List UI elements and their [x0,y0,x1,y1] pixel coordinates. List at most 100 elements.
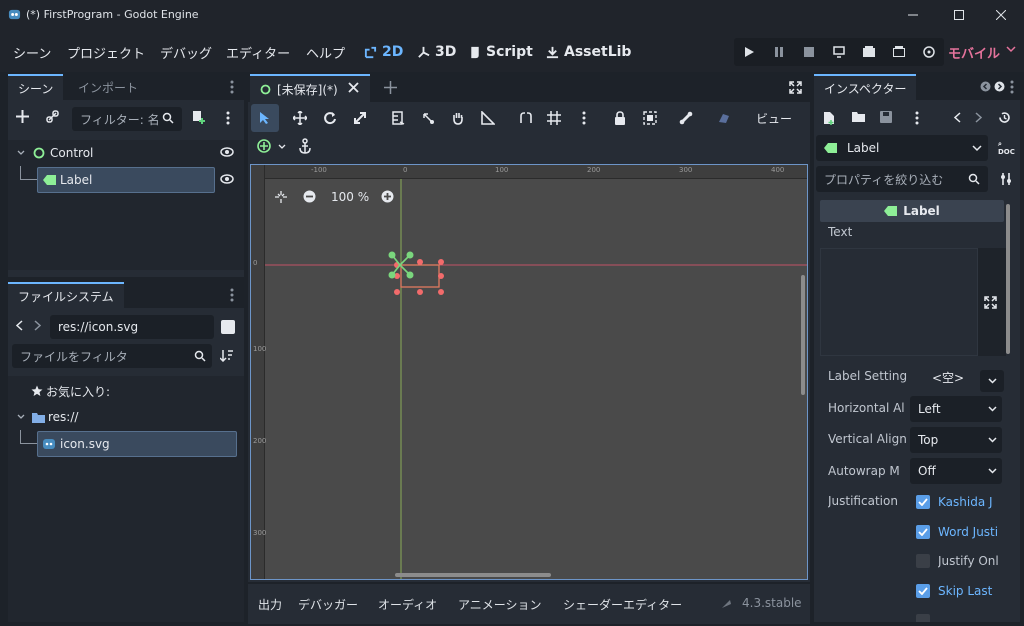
tab-audio[interactable]: オーディオ [378,596,437,613]
checkbox-unchecked-icon[interactable] [916,554,930,568]
close-window-icon[interactable] [978,0,1024,30]
ruler-mode-icon[interactable] [384,104,412,132]
bone-icon[interactable] [672,104,700,132]
workspace-2d[interactable]: 2D [364,39,403,65]
checkbox-unchecked-icon[interactable] [916,614,930,622]
play-custom-scene-icon[interactable] [884,38,914,66]
view-menu-button[interactable]: ビュー [748,104,800,132]
rotate-mode-icon[interactable] [316,104,344,132]
tab-animation[interactable]: アニメーション [458,596,542,613]
inspector-scrollbar[interactable] [1006,200,1012,620]
split-view-icon[interactable] [221,320,235,334]
renderer-selector[interactable]: モバイル [948,43,1000,62]
justification-kashida[interactable]: Kashida J [916,495,994,509]
smart-snap-icon[interactable] [512,104,540,132]
expand-arrow-icon[interactable] [14,414,28,420]
history-icon[interactable] [998,111,1011,124]
chevron-down-icon[interactable] [1006,45,1016,53]
scale-mode-icon[interactable] [346,104,374,132]
chevron-down-icon[interactable] [988,437,997,443]
move-mode-icon[interactable] [286,104,314,132]
tab-shader-editor[interactable]: シェーダーエディター [563,596,682,613]
chevron-down-icon[interactable] [278,144,286,150]
history-forward-icon[interactable] [975,112,982,123]
lock-icon[interactable] [606,104,634,132]
instance-scene-icon[interactable] [192,110,206,124]
favorites-row[interactable]: お気に入り: [28,378,110,404]
checkbox-checked-icon[interactable] [916,584,930,598]
horizontal-scrollbar[interactable] [395,573,551,577]
resource-options-icon[interactable] [915,111,919,125]
select-mode-icon[interactable] [251,104,279,132]
file-filter-input[interactable]: ファイルをフィルタ [12,344,212,368]
dock-menu-icon[interactable] [230,288,234,302]
checkbox-checked-icon[interactable] [916,525,930,539]
open-folder-icon[interactable] [852,111,866,123]
menu-project[interactable]: プロジェクト [67,43,145,62]
tab-debugger[interactable]: デバッガー [298,596,358,613]
file-row-icon-svg[interactable]: icon.svg [37,431,237,457]
workspace-script[interactable]: Script [469,39,533,65]
stop-icon[interactable] [794,38,824,66]
expand-editor-icon[interactable] [984,296,997,309]
workspace-3d[interactable]: 3D [417,39,456,65]
visibility-icon[interactable] [220,173,234,185]
zoom-in-icon[interactable] [381,190,394,203]
property-filter-input[interactable]: プロパティを絞り込む [816,166,988,192]
workspace-assetlib[interactable]: AssetLib [546,39,631,65]
back-icon[interactable] [16,320,23,331]
dock-menu-icon[interactable] [230,80,234,94]
pause-icon[interactable] [764,38,794,66]
justification-word[interactable]: Word Justi [916,525,1000,539]
grid-snap-icon[interactable] [540,104,568,132]
group-icon[interactable] [636,104,664,132]
movie-maker-icon[interactable] [914,38,944,66]
vertical-scrollbar[interactable] [801,275,805,395]
property-tools-icon[interactable] [1000,172,1013,186]
anchor-icon[interactable] [298,138,312,154]
tab-inspector[interactable]: インスペクター [814,74,917,100]
menu-debug[interactable]: デバッグ [160,43,212,62]
remote-debug-icon[interactable] [824,38,854,66]
chevron-down-icon[interactable] [988,468,997,474]
scene-options-icon[interactable] [226,111,230,125]
dock-right-icon[interactable] [994,81,1005,92]
play-scene-icon[interactable] [854,38,884,66]
new-resource-icon[interactable] [823,111,835,125]
dock-left-icon[interactable] [980,81,991,92]
measure-icon[interactable] [474,104,502,132]
distraction-free-icon[interactable] [789,81,802,94]
label-settings-value[interactable]: <空> [932,369,964,386]
menu-scene[interactable]: シーン [13,43,51,62]
node-selector[interactable]: Label [816,135,988,161]
justification-skip-last[interactable]: Skip Last [916,584,1000,598]
justification-only-within[interactable]: Justify Onl [916,554,1000,568]
forward-icon[interactable] [34,320,41,331]
anchor-handles[interactable] [386,249,418,283]
anchor-layout-icon[interactable] [256,138,272,154]
dock-menu-icon[interactable] [1010,80,1014,94]
play-icon[interactable] [734,38,764,66]
tab-import[interactable]: インポート [68,74,148,100]
save-icon[interactable] [880,111,892,123]
tree-node-label-node[interactable]: Label [37,167,215,193]
zoom-out-icon[interactable] [303,190,316,203]
center-view-icon[interactable] [275,191,287,203]
chevron-down-icon[interactable] [972,145,982,152]
add-tab-icon[interactable] [384,81,397,94]
tab-filesystem[interactable]: ファイルシステム [8,282,124,308]
menu-editor[interactable]: エディター [226,43,290,62]
section-header-label[interactable]: Label [820,200,1004,222]
menu-help[interactable]: ヘルプ [306,43,345,62]
chevron-down-icon[interactable] [988,406,997,412]
expand-arrow-icon[interactable] [14,150,28,156]
maximize-icon[interactable] [936,0,982,30]
history-back-icon[interactable] [954,112,961,123]
tree-node-control[interactable]: Control [14,140,238,166]
minimize-icon[interactable] [890,0,936,30]
open-docs-icon[interactable]: ⌕ DOC [998,140,1015,156]
tab-scene[interactable]: シーン [8,74,64,100]
add-node-icon[interactable] [16,110,29,123]
path-field[interactable]: res://icon.svg [50,315,214,339]
close-tab-icon[interactable] [348,82,359,93]
